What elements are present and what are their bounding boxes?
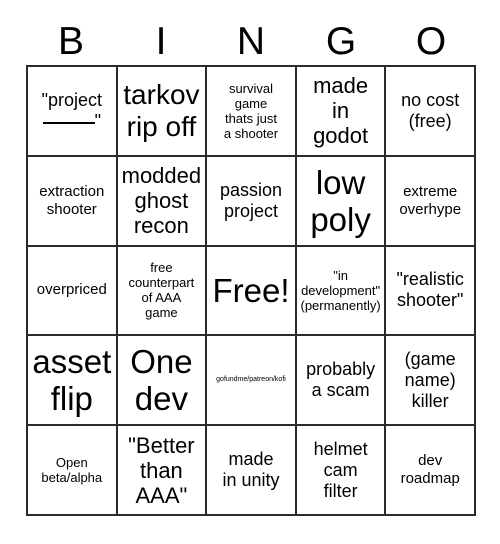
bingo-header-letter-o: O bbox=[415, 20, 447, 63]
bingo-cell-label: no cost (free) bbox=[401, 89, 460, 131]
bingo-cell[interactable]: low poly bbox=[296, 156, 387, 247]
bingo-cell-label: probably a scam bbox=[306, 359, 376, 401]
bingo-cell-label: made in unity bbox=[222, 449, 280, 491]
bingo-cell-label: "realistic shooter" bbox=[396, 269, 464, 311]
bingo-header-letter-n: N bbox=[236, 20, 266, 63]
bingo-cell-label: extraction shooter bbox=[39, 182, 105, 218]
bingo-cell[interactable]: extraction shooter bbox=[28, 156, 118, 247]
bingo-cell-label: "Better than AAA" bbox=[128, 432, 195, 508]
bingo-cell-free[interactable]: Free! bbox=[207, 246, 297, 337]
bingo-grid: "project " tarkov rip off survival game … bbox=[26, 65, 476, 516]
bingo-cell-label: passion project bbox=[219, 179, 283, 221]
bingo-cell-label: helmet cam filter bbox=[313, 438, 368, 501]
bingo-cell-label: made in godot bbox=[313, 73, 369, 149]
bingo-cell-label: free counterpart of AAA game bbox=[128, 260, 195, 321]
bingo-cell[interactable]: dev roadmap bbox=[386, 426, 476, 516]
bingo-cell[interactable]: "in development" (permanently) bbox=[296, 246, 387, 337]
bingo-cell[interactable]: extreme overhype bbox=[386, 156, 476, 247]
bingo-cell[interactable]: no cost (free) bbox=[386, 67, 476, 157]
bingo-cell[interactable]: survival game thats just a shooter bbox=[207, 67, 297, 157]
bingo-cell-label: extreme overhype bbox=[399, 182, 462, 218]
bingo-header-letter-b: B bbox=[57, 20, 84, 63]
bingo-cell-label: "in development" (permanently) bbox=[300, 267, 381, 313]
bingo-cell-label: Free! bbox=[212, 271, 290, 309]
bingo-cell[interactable]: passion project bbox=[207, 156, 297, 247]
bingo-cell[interactable]: gofundme/patreon/kofi bbox=[207, 336, 297, 427]
bingo-cell[interactable]: tarkov rip off bbox=[117, 67, 208, 157]
bingo-cell[interactable]: One dev bbox=[117, 336, 208, 427]
bingo-cell[interactable]: modded ghost recon bbox=[117, 156, 208, 247]
bingo-cell-label: Open beta/alpha bbox=[41, 455, 103, 486]
bingo-cell-label: modded ghost recon bbox=[121, 163, 202, 239]
bingo-cell-label: (game name) killer bbox=[404, 348, 456, 411]
bingo-cell-label: dev roadmap bbox=[400, 452, 460, 488]
bingo-cell-label: low poly bbox=[310, 163, 371, 238]
bingo-cell[interactable]: "realistic shooter" bbox=[386, 246, 476, 337]
bingo-cell[interactable]: made in unity bbox=[207, 426, 297, 516]
fill-in-blank-rule bbox=[42, 121, 95, 124]
bingo-cell[interactable]: free counterpart of AAA game bbox=[117, 246, 208, 337]
bingo-cell-label: tarkov rip off bbox=[123, 78, 200, 142]
bingo-cell[interactable]: asset flip bbox=[28, 336, 118, 427]
bingo-header-letter-g: G bbox=[325, 20, 357, 63]
bingo-cell[interactable]: Open beta/alpha bbox=[28, 426, 118, 516]
bingo-cell[interactable]: (game name) killer bbox=[386, 336, 476, 427]
bingo-cell-label: overpriced bbox=[36, 281, 107, 299]
bingo-cell-label: survival game thats just a shooter bbox=[223, 80, 279, 141]
bingo-header-letter-i: I bbox=[155, 20, 167, 63]
bingo-cell-label: "project " bbox=[41, 89, 102, 131]
bingo-cell[interactable]: probably a scam bbox=[296, 336, 387, 427]
bingo-cell[interactable]: "project " bbox=[28, 67, 118, 157]
bingo-card: B I N G O "project " tarkov rip off surv… bbox=[0, 0, 500, 544]
bingo-cell[interactable]: "Better than AAA" bbox=[117, 426, 208, 516]
bingo-cell[interactable]: made in godot bbox=[296, 67, 387, 157]
bingo-cell[interactable]: overpriced bbox=[28, 246, 118, 337]
bingo-cell[interactable]: helmet cam filter bbox=[296, 426, 387, 516]
bingo-cell-label: One dev bbox=[130, 343, 193, 418]
bingo-cell-label: asset flip bbox=[32, 343, 112, 418]
bingo-cell-label: gofundme/patreon/kofi bbox=[216, 376, 286, 384]
bingo-header-row: B I N G O bbox=[26, 18, 476, 65]
